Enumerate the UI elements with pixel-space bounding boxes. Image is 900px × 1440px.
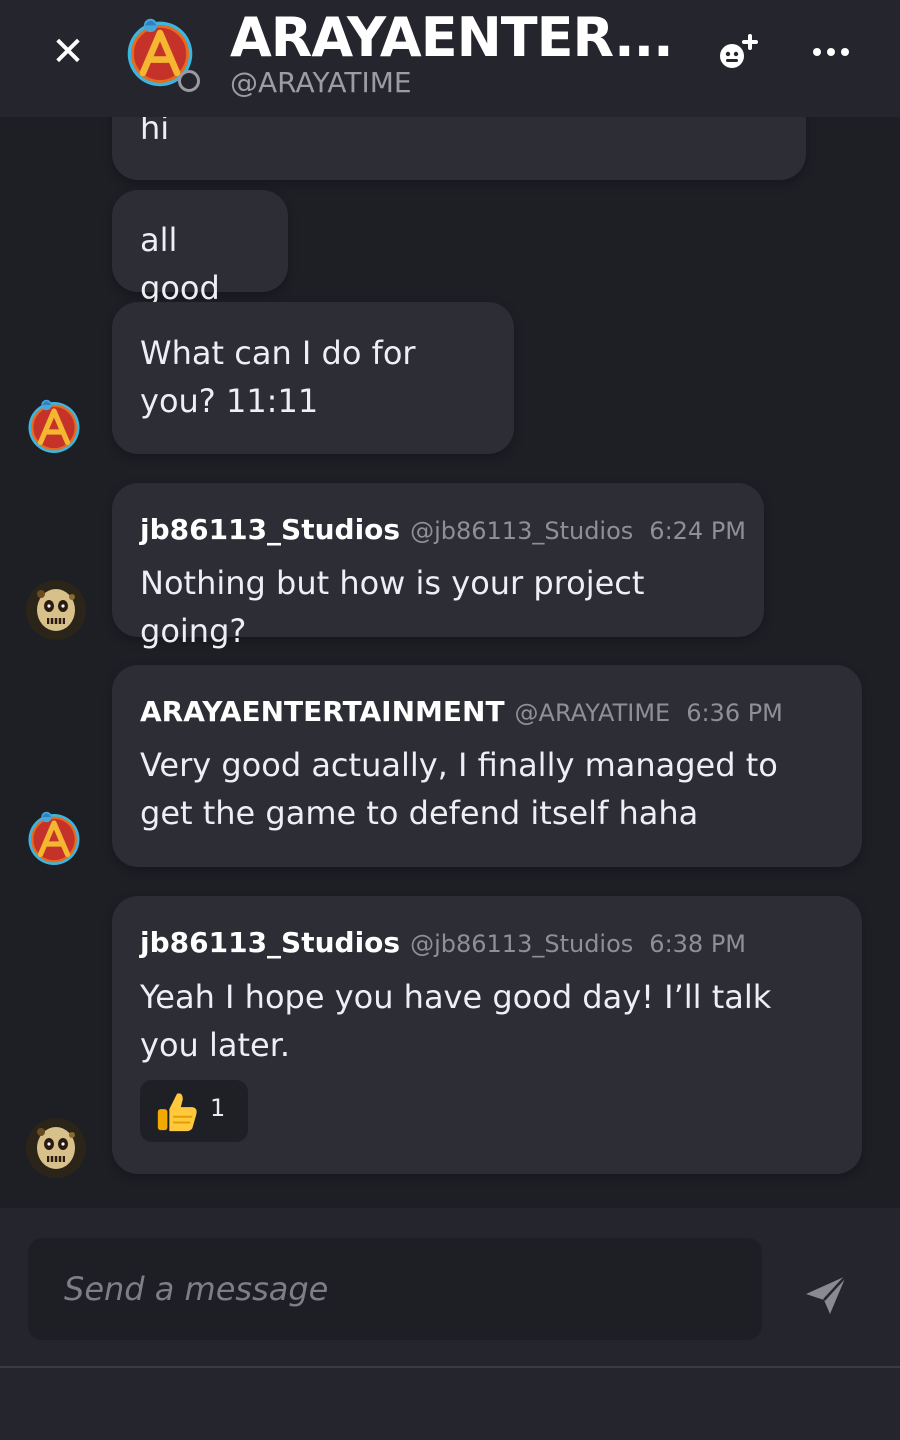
send-icon [806,1275,847,1314]
message-meta: jb86113_Studios @jb86113_Studios 6:38 PM [140,926,746,959]
message-handle: @ARAYATIME [514,699,671,727]
add-friend-icon [720,34,758,68]
message-text: Yeah I hope you have good day! I’ll talk… [140,978,772,1064]
message-handle: @jb86113_Studios [410,517,634,545]
araya-avatar[interactable] [24,808,84,868]
skull-avatar[interactable] [26,1118,86,1178]
message-bubble: jb86113_Studios @jb86113_Studios 6:38 PM Y… [112,896,862,1174]
chat-title[interactable]: ARAYAENTER... [230,6,674,69]
close-button[interactable]: ✕ [44,28,92,76]
message-handle: @jb86113_Studios [410,930,634,958]
more-icon [813,48,821,56]
araya-avatar[interactable] [24,396,84,456]
reaction-count: 1 [210,1094,226,1122]
message-time: 6:36 PM [686,699,783,727]
message-bubble: ARAYAENTERTAINMENT @ARAYATIME 6:36 PM Very… [112,665,862,867]
message-time: 6:24 PM [649,517,746,545]
chat-header: ✕ ARAYAENTER... @ARAYATIME [0,0,900,117]
message-bubble: jb86113_Studios @jb86113_Studios 6:24 PM N… [112,483,764,650]
add-friend-button[interactable] [712,30,764,78]
message-text: Very good actually, I finally managed to… [140,746,778,832]
message-time: 6:38 PM [649,930,746,958]
message-meta: ARAYAENTERTAINMENT @ARAYATIME 6:36 PM [140,695,783,728]
reaction-chip[interactable]: 1 [140,1080,248,1142]
status-indicator [178,70,200,92]
chat-handle: @ARAYATIME [230,66,412,99]
message-text: all good [140,221,220,307]
more-button[interactable] [806,30,856,74]
message-text: Nothing but how is your project going? [140,564,645,650]
message-text: What can I do for you? 11:11 [140,334,416,420]
message-author[interactable]: jb86113_Studios [140,513,400,546]
message-list[interactable]: hi all good What can I do for you? 11:11… [0,0,900,1208]
close-icon: ✕ [51,29,85,75]
message-bubble: What can I do for you? 11:11 [112,302,514,454]
send-button[interactable] [800,1270,852,1318]
message-bubble: all good [112,190,288,307]
composer-bar [0,1208,900,1368]
message-author[interactable]: jb86113_Studios [140,926,400,959]
thumbs-up-icon [157,1093,197,1132]
message-meta: jb86113_Studios @jb86113_Studios 6:24 PM [140,513,746,546]
message-author[interactable]: ARAYAENTERTAINMENT [140,695,505,728]
message-input[interactable] [28,1238,762,1340]
skull-avatar[interactable] [26,580,86,640]
bottom-bar [0,1368,900,1440]
